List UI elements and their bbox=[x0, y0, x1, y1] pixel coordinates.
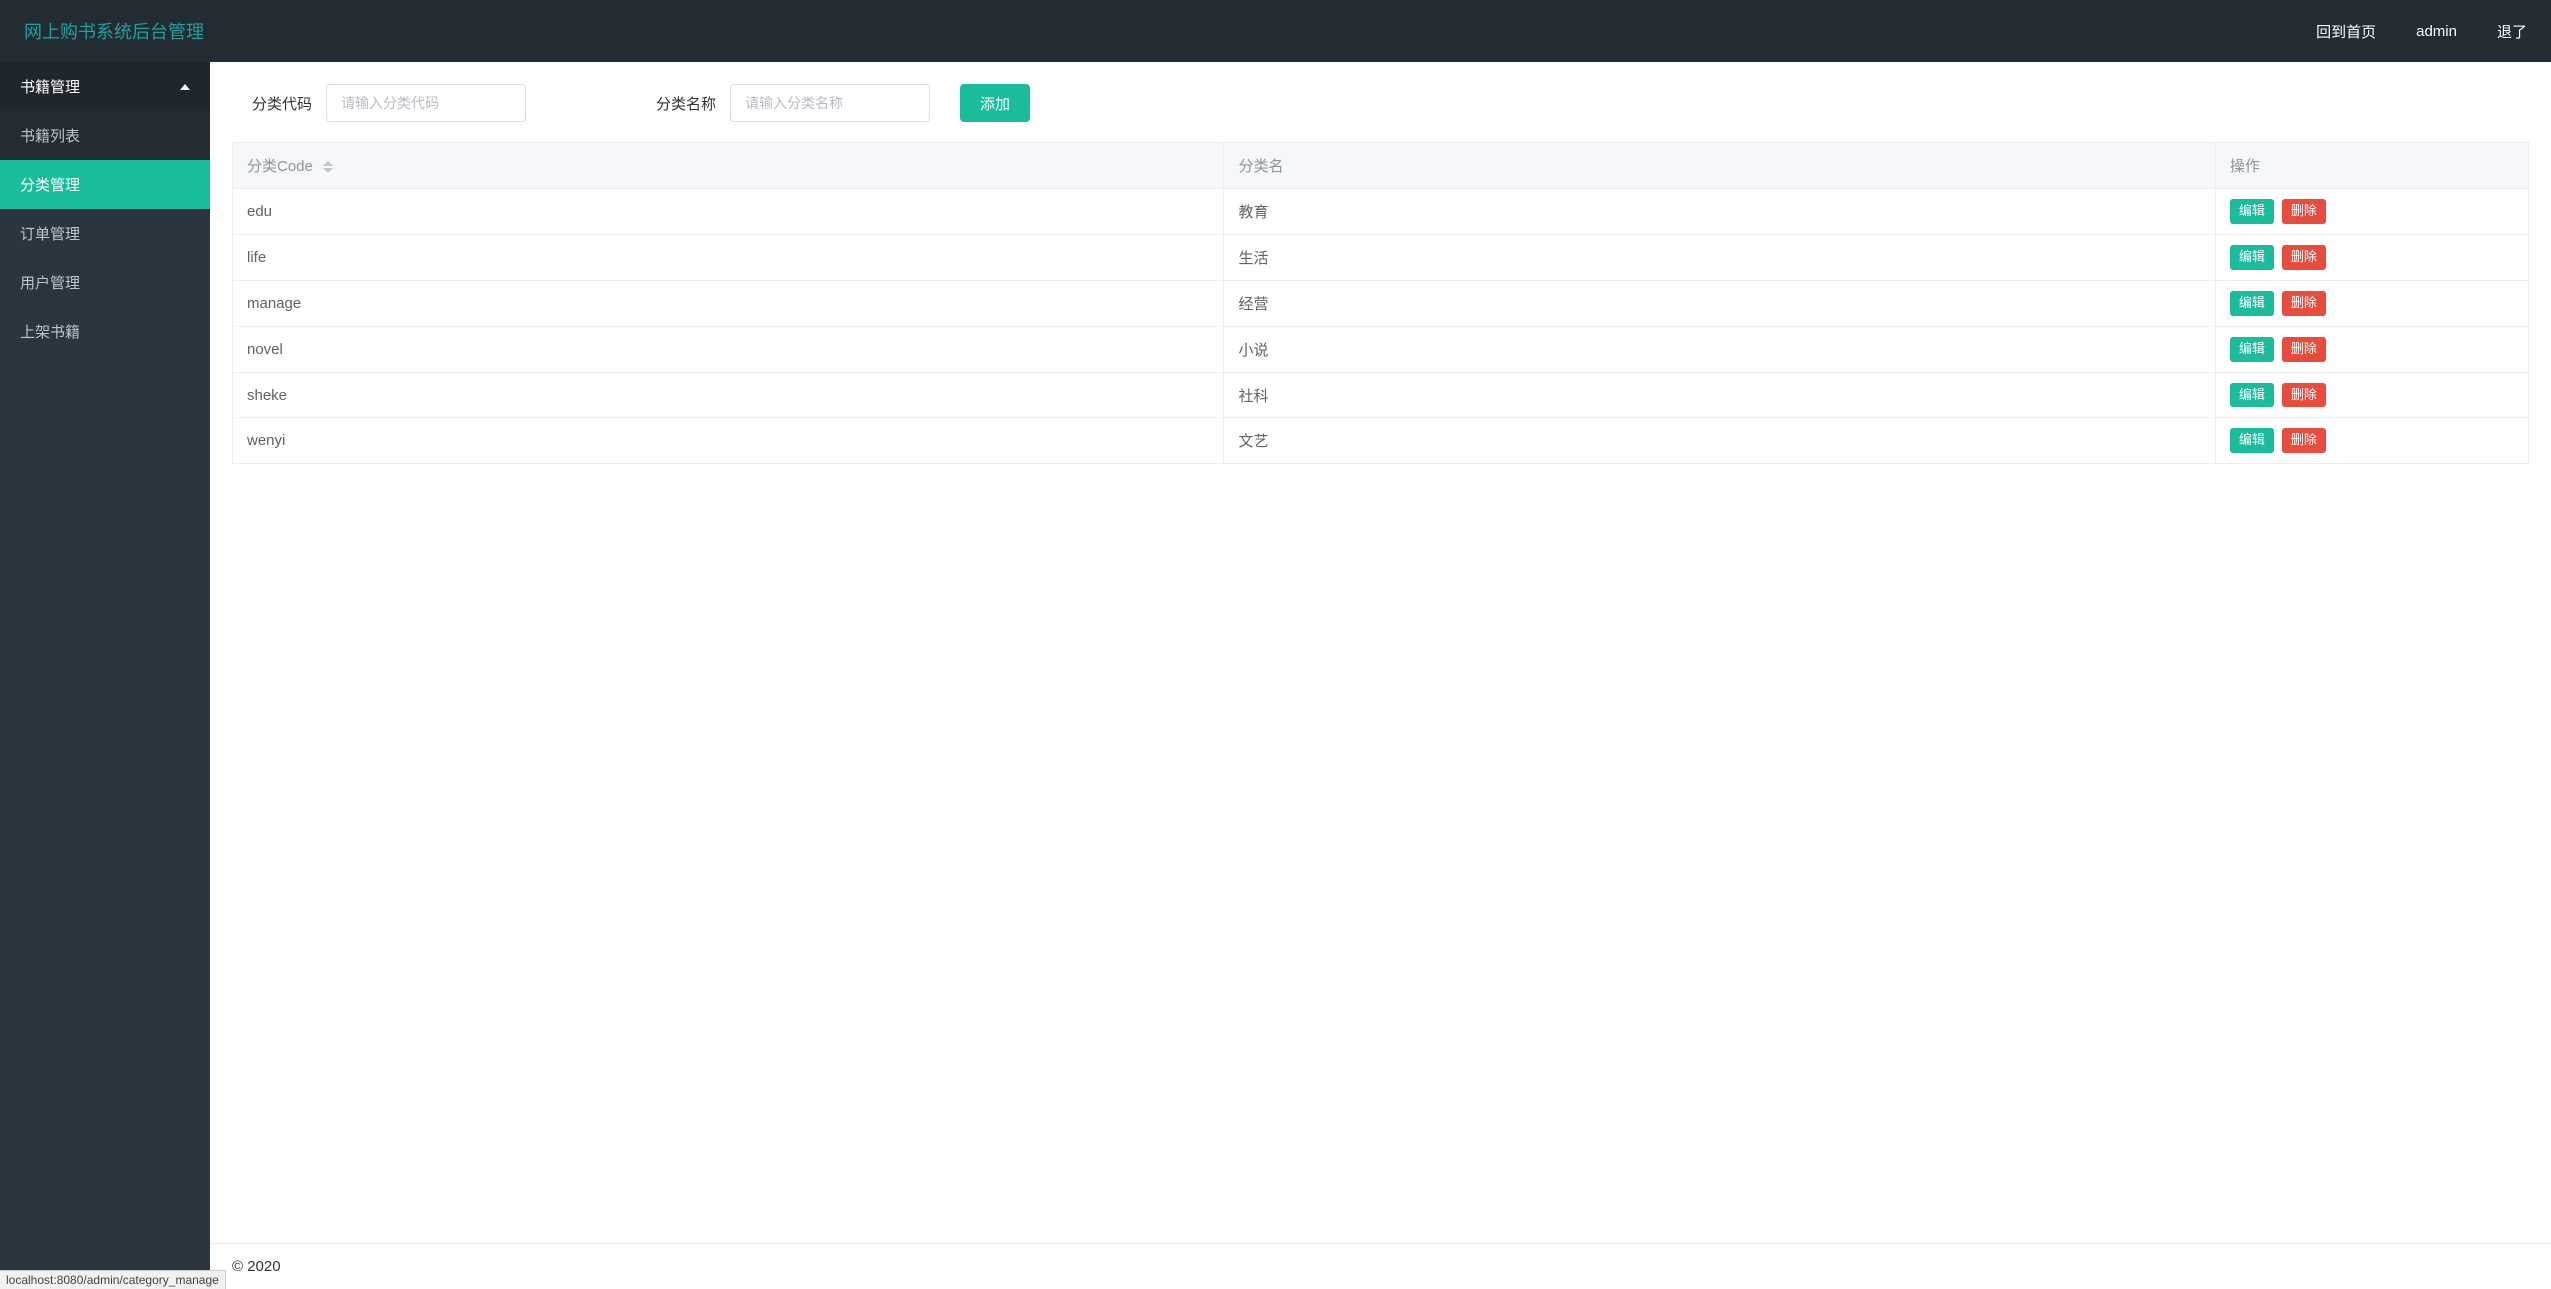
content-wrap: 分类代码 分类名称 添加 分类Code bbox=[210, 62, 2551, 1243]
cell-op: 编辑删除 bbox=[2215, 234, 2528, 280]
th-op-label: 操作 bbox=[2230, 158, 2260, 175]
table-row: life生活编辑删除 bbox=[233, 234, 2529, 280]
header-right: 回到首页 admin 退了 bbox=[2316, 21, 2527, 42]
sidebar-item-0[interactable]: 书籍列表 bbox=[0, 111, 210, 160]
cell-code: wenyi bbox=[233, 418, 1224, 464]
cell-name: 社科 bbox=[1224, 372, 2215, 418]
edit-button[interactable]: 编辑 bbox=[2230, 291, 2274, 316]
cell-code: edu bbox=[233, 189, 1224, 235]
edit-button[interactable]: 编辑 bbox=[2230, 337, 2274, 362]
cell-code: life bbox=[233, 234, 1224, 280]
table-row: manage经营编辑删除 bbox=[233, 280, 2529, 326]
delete-button[interactable]: 删除 bbox=[2282, 428, 2326, 453]
copyright: © 2020 bbox=[232, 1258, 281, 1275]
cell-name: 生活 bbox=[1224, 234, 2215, 280]
cell-op: 编辑删除 bbox=[2215, 280, 2528, 326]
edit-button[interactable]: 编辑 bbox=[2230, 383, 2274, 408]
name-input[interactable] bbox=[730, 84, 930, 122]
cell-code: manage bbox=[233, 280, 1224, 326]
app-body: 书籍管理 书籍列表分类管理订单管理用户管理上架书籍 分类代码 分类名称 添加 bbox=[0, 62, 2551, 1289]
sidebar-item-3[interactable]: 用户管理 bbox=[0, 258, 210, 307]
th-code-label: 分类Code bbox=[247, 158, 313, 175]
footer: © 2020 bbox=[210, 1243, 2551, 1289]
edit-button[interactable]: 编辑 bbox=[2230, 245, 2274, 270]
caret-up-icon bbox=[323, 161, 333, 166]
cell-name: 经营 bbox=[1224, 280, 2215, 326]
cell-op: 编辑删除 bbox=[2215, 189, 2528, 235]
category-table: 分类Code 分类名 操作 e bbox=[232, 142, 2529, 464]
name-label: 分类名称 bbox=[656, 93, 716, 114]
user-menu[interactable]: admin bbox=[2416, 23, 2457, 40]
cell-op: 编辑删除 bbox=[2215, 326, 2528, 372]
caret-down-icon bbox=[323, 168, 333, 173]
sidebar-item-4[interactable]: 上架书籍 bbox=[0, 307, 210, 356]
sidebar-group-books[interactable]: 书籍管理 bbox=[0, 62, 210, 111]
th-name-label: 分类名 bbox=[1238, 158, 1283, 175]
cell-name: 小说 bbox=[1224, 326, 2215, 372]
edit-button[interactable]: 编辑 bbox=[2230, 199, 2274, 224]
th-name[interactable]: 分类名 bbox=[1224, 143, 2215, 189]
sidebar-item-1[interactable]: 分类管理 bbox=[0, 160, 210, 209]
category-form: 分类代码 分类名称 添加 bbox=[232, 84, 2529, 122]
delete-button[interactable]: 删除 bbox=[2282, 337, 2326, 362]
delete-button[interactable]: 删除 bbox=[2282, 291, 2326, 316]
status-link-preview: localhost:8080/admin/category_manage bbox=[0, 1270, 226, 1289]
main-content: 分类代码 分类名称 添加 分类Code bbox=[210, 62, 2551, 1289]
brand-title: 网上购书系统后台管理 bbox=[24, 18, 204, 44]
chevron-up-icon bbox=[180, 84, 190, 90]
delete-button[interactable]: 删除 bbox=[2282, 383, 2326, 408]
cell-name: 教育 bbox=[1224, 189, 2215, 235]
sidebar: 书籍管理 书籍列表分类管理订单管理用户管理上架书籍 bbox=[0, 62, 210, 1289]
cell-code: sheke bbox=[233, 372, 1224, 418]
table-row: novel小说编辑删除 bbox=[233, 326, 2529, 372]
cell-op: 编辑删除 bbox=[2215, 418, 2528, 464]
cell-name: 文艺 bbox=[1224, 418, 2215, 464]
delete-button[interactable]: 删除 bbox=[2282, 245, 2326, 270]
cell-code: novel bbox=[233, 326, 1224, 372]
add-button[interactable]: 添加 bbox=[960, 84, 1030, 122]
table-header-row: 分类Code 分类名 操作 bbox=[233, 143, 2529, 189]
delete-button[interactable]: 删除 bbox=[2282, 199, 2326, 224]
table-row: sheke社科编辑删除 bbox=[233, 372, 2529, 418]
table-row: edu教育编辑删除 bbox=[233, 189, 2529, 235]
sort-icon bbox=[323, 161, 333, 173]
sidebar-item-2[interactable]: 订单管理 bbox=[0, 209, 210, 258]
back-home-link[interactable]: 回到首页 bbox=[2316, 21, 2376, 42]
code-label: 分类代码 bbox=[252, 93, 312, 114]
code-input[interactable] bbox=[326, 84, 526, 122]
table-row: wenyi文艺编辑删除 bbox=[233, 418, 2529, 464]
th-op: 操作 bbox=[2215, 143, 2528, 189]
sidebar-group-label: 书籍管理 bbox=[20, 76, 80, 97]
edit-button[interactable]: 编辑 bbox=[2230, 428, 2274, 453]
th-code[interactable]: 分类Code bbox=[233, 143, 1224, 189]
app-header: 网上购书系统后台管理 回到首页 admin 退了 bbox=[0, 0, 2551, 62]
logout-link[interactable]: 退了 bbox=[2497, 21, 2527, 42]
cell-op: 编辑删除 bbox=[2215, 372, 2528, 418]
